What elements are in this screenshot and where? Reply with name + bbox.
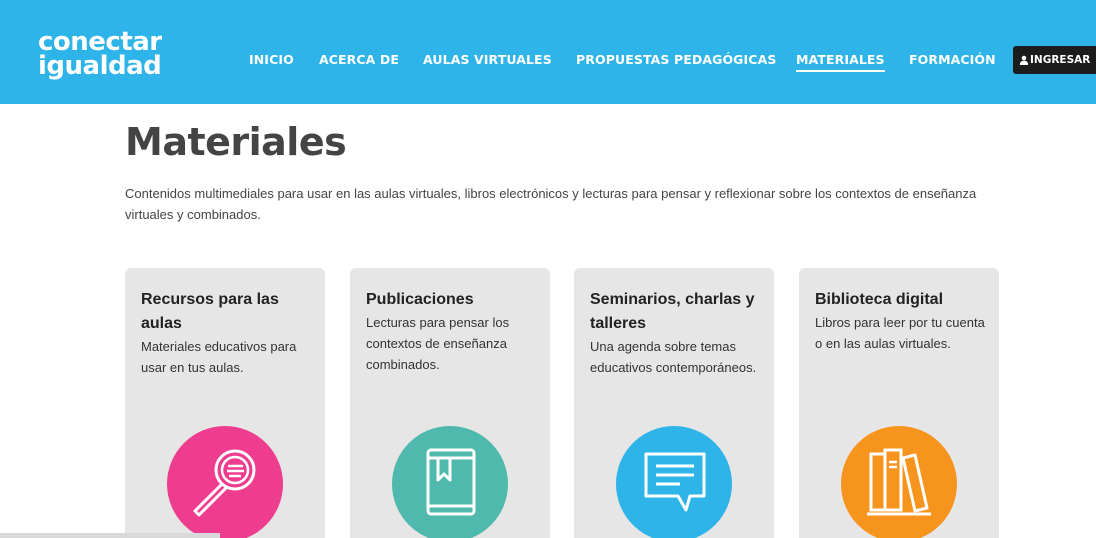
nav-item-acerca-de[interactable]: ACERCA DE: [319, 52, 399, 67]
card-seminarios-charlas-talleres[interactable]: Seminarios, charlas y talleres Una agend…: [574, 268, 774, 538]
card-title-text: Recursos para las aulas: [141, 291, 279, 332]
card-description: Una agenda sobre temas educativos contem…: [590, 339, 757, 375]
page-intro: Contenidos multimediales para usar en la…: [125, 186, 977, 222]
brand-logo-line2: igualdad: [38, 51, 162, 81]
card-title: Seminarios, charlas y talleres Una agend…: [590, 288, 765, 378]
card-recursos-para-las-aulas[interactable]: Recursos para las aulas Materiales educa…: [125, 268, 325, 538]
magnifier-icon: [193, 449, 256, 517]
card-biblioteca-digital[interactable]: Biblioteca digital Libros para leer por …: [799, 268, 999, 538]
login-button-label: INGRESAR: [1030, 54, 1091, 66]
card-title-text: Seminarios, charlas y talleres: [590, 291, 755, 332]
nav-item-propuestas-pedagogicas[interactable]: PROPUESTAS PEDAGÓGICAS: [576, 52, 776, 67]
card-title: Recursos para las aulas Materiales educa…: [141, 288, 316, 378]
chat-bubble-icon: [644, 452, 706, 512]
nav-item-inicio[interactable]: INICIO: [249, 52, 294, 67]
book-icon: [426, 448, 476, 516]
card-description: Materiales educativos para usar en tus a…: [141, 339, 297, 375]
horizontal-scrollbar[interactable]: [0, 533, 220, 538]
top-navbar: conectar igualdad INICIO ACERCA DE AULAS…: [0, 0, 1096, 104]
page-title: Materiales: [125, 120, 347, 164]
card-icon-circle[interactable]: [616, 426, 732, 538]
nav-item-formacion[interactable]: FORMACIÓN: [909, 52, 996, 67]
card-title-text: Biblioteca digital: [815, 291, 944, 308]
nav-item-materiales[interactable]: MATERIALES: [796, 52, 885, 72]
login-button[interactable]: INGRESAR: [1013, 46, 1096, 74]
card-title: Biblioteca digital Libros para leer por …: [815, 288, 990, 354]
card-title: Publicaciones Lecturas para pensar los c…: [366, 288, 541, 375]
nav-item-aulas-virtuales[interactable]: AULAS VIRTUALES: [423, 52, 552, 67]
books-icon: [867, 448, 931, 516]
card-description: Libros para leer por tu cuenta o en las …: [815, 315, 985, 351]
user-icon: [1019, 55, 1029, 65]
card-icon-circle[interactable]: [167, 426, 283, 538]
card-publicaciones[interactable]: Publicaciones Lecturas para pensar los c…: [350, 268, 550, 538]
card-icon-circle[interactable]: [841, 426, 957, 538]
card-description: Lecturas para pensar los contextos de en…: [366, 315, 510, 372]
card-title-text: Publicaciones: [366, 291, 474, 308]
card-icon-circle[interactable]: [392, 426, 508, 538]
brand-logo[interactable]: conectar igualdad: [38, 29, 162, 81]
